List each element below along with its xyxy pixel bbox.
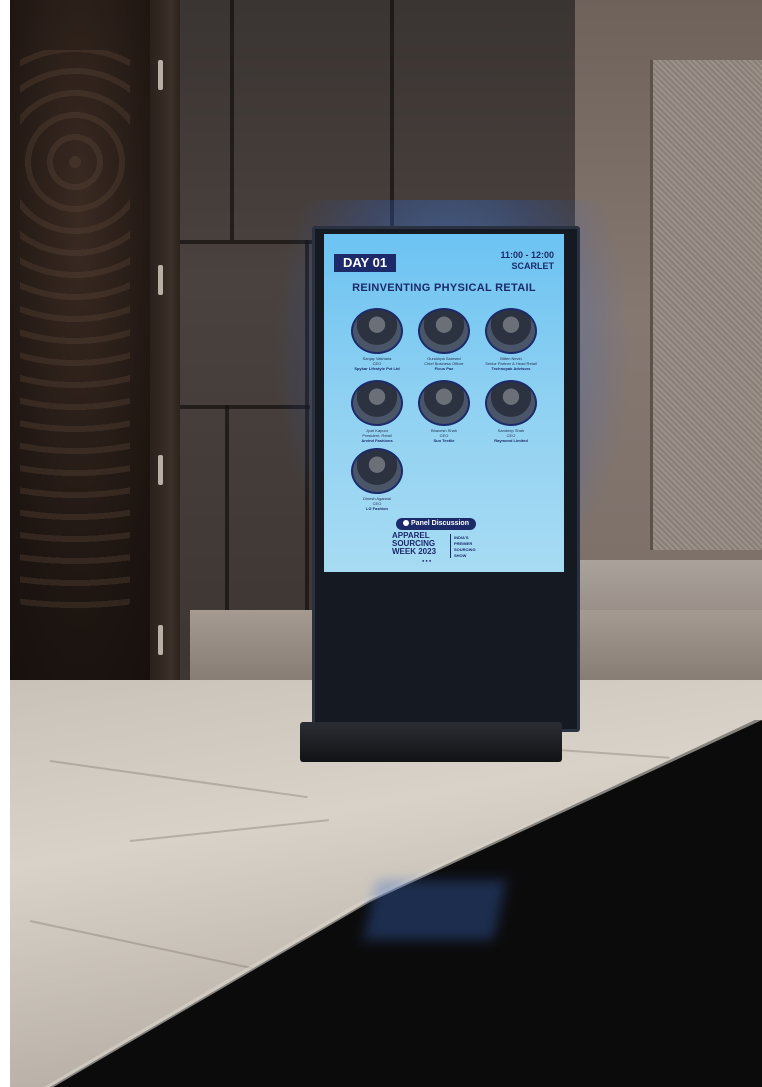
kiosk-base — [300, 722, 562, 762]
speaker-org: LG Fashion — [366, 506, 388, 511]
panel-label: Panel Discussion — [411, 520, 469, 527]
speaker-photo — [351, 448, 403, 494]
kiosk-screen: DAY 01 11:00 - 12:00 SCARLET REINVENTING… — [324, 234, 564, 572]
speaker-org: Technopak Advisors — [491, 366, 531, 371]
lobby-photo: DAY 01 11:00 - 12:00 SCARLET REINVENTING… — [10, 0, 762, 1087]
speaker-org: Ficus Pax — [434, 366, 454, 371]
speaker-card: Dinesh Agarwal CEO LG Fashion — [346, 448, 408, 511]
marble-vein — [29, 920, 256, 970]
session-title: REINVENTING PHYSICAL RETAIL — [352, 282, 536, 294]
logo-divider — [450, 534, 451, 558]
panel-seam — [225, 405, 229, 625]
speaker-org: Sun Textile — [433, 438, 455, 443]
logo-dots-icon: ●●● — [422, 558, 433, 563]
speaker-card: Jyoti Kapoor President, Retail Arvind Fa… — [346, 380, 408, 443]
door-hinge — [158, 60, 163, 90]
speaker-card: Gurukirpa Sarmani Chief Business Officer… — [413, 308, 475, 371]
screen-reflection — [363, 880, 507, 940]
speaker-card: Sanjay Vakharia CEO Spykar Lifestyle Pvt… — [346, 308, 408, 371]
logo-tagline: INDIA'S PREMIER SOURCING SHOW — [454, 535, 504, 559]
glitter-wall-panel — [650, 60, 762, 550]
logo-wordmark: APPAREL SOURCING WEEK 2023 — [392, 532, 448, 556]
speaker-card: Bitten Nevin Senior Partner & Head Retai… — [480, 308, 542, 371]
door-hinge — [158, 455, 163, 485]
speaker-org: Raymond Limited — [494, 438, 528, 443]
play-icon — [403, 520, 410, 526]
speaker-photo — [351, 380, 403, 426]
speaker-photo — [418, 308, 470, 354]
speaker-org: Arvind Fashions — [361, 438, 393, 443]
door-hinge — [158, 625, 163, 655]
day-tag: DAY 01 — [334, 254, 396, 272]
session-time: 11:00 - 12:00 — [500, 250, 554, 260]
speaker-photo — [351, 308, 403, 354]
panel-discussion-badge: Panel Discussion — [396, 518, 476, 530]
marble-vein — [129, 819, 330, 842]
panel-seam — [230, 0, 234, 240]
photo-frame: DAY 01 11:00 - 12:00 SCARLET REINVENTING… — [0, 0, 762, 1087]
session-room: SCARLET — [511, 261, 555, 271]
event-logo: APPAREL SOURCING WEEK 2023 INDIA'S PREMI… — [392, 532, 504, 564]
speaker-org: Spykar Lifestyle Pvt Ltd — [354, 366, 400, 371]
speaker-card: Bhavesh Shah CEO Sun Textile — [413, 380, 475, 443]
speaker-photo — [485, 380, 537, 426]
speaker-photo — [485, 308, 537, 354]
speaker-photo — [418, 380, 470, 426]
tagline-line: SHOW — [454, 553, 467, 558]
logo-line: WEEK 2023 — [392, 547, 437, 556]
marble-vein — [49, 760, 308, 799]
door-hinge — [158, 265, 163, 295]
speaker-card: Sandeep Shah CEO Raymond Limited — [480, 380, 542, 443]
